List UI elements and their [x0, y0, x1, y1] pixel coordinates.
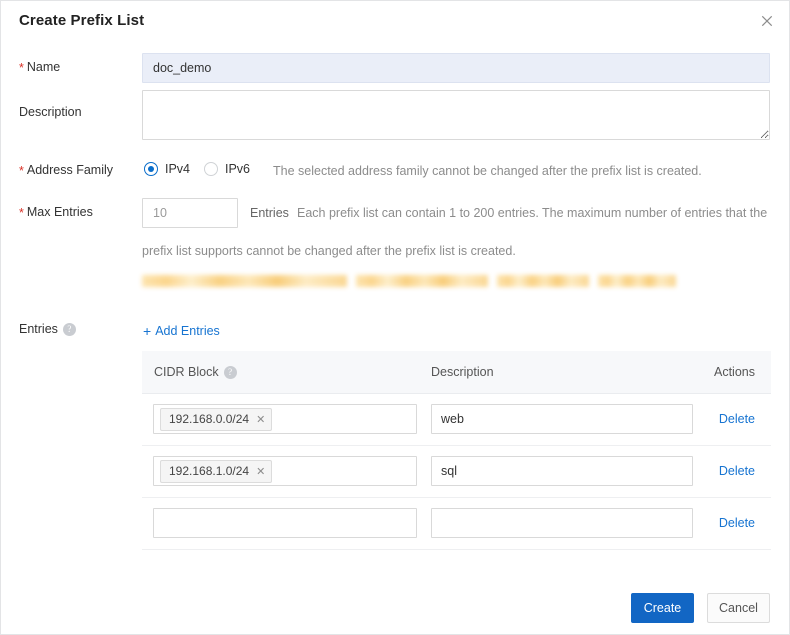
cidr-block-input[interactable]: 192.168.1.0/24 ✕	[153, 456, 417, 486]
create-prefix-list-dialog: Create Prefix List *Name Description *Ad…	[0, 0, 790, 635]
description-textarea[interactable]	[142, 90, 770, 140]
field-row-name: * Name	[1, 53, 789, 83]
close-icon[interactable]: ✕	[256, 465, 265, 478]
close-icon[interactable]: ✕	[256, 413, 265, 426]
cancel-button[interactable]: Cancel	[707, 593, 770, 623]
required-marker: *	[19, 61, 24, 75]
redacted-segment	[598, 275, 676, 287]
cidr-chip: 192.168.1.0/24 ✕	[160, 459, 273, 483]
field-row-address-family: * Address Family IPv4 IPv6 The selected a…	[1, 161, 789, 181]
help-icon[interactable]: ?	[223, 366, 237, 379]
create-button[interactable]: Create	[631, 593, 694, 623]
radio-ipv4-label: IPv4	[165, 162, 191, 176]
label-entries: Entries?	[19, 322, 76, 336]
column-header-description: Description	[431, 365, 494, 379]
label-name: * Name	[19, 60, 61, 75]
field-row-max-entries: *Max Entries Entries Each prefix list ca…	[1, 198, 789, 258]
help-icon[interactable]: ?	[62, 323, 76, 336]
description-input[interactable]	[431, 404, 693, 434]
field-row-entries: Entries? + Add Entries	[1, 322, 789, 340]
page-title: Create Prefix List	[19, 12, 145, 29]
cidr-chip-label: 192.168.0.0/24	[169, 412, 250, 426]
cidr-block-input[interactable]	[153, 508, 417, 538]
close-icon[interactable]	[759, 13, 775, 29]
plus-icon: +	[143, 323, 152, 339]
label-max-entries: * Max Entries	[19, 205, 93, 220]
cidr-chip-label: 192.168.1.0/24	[169, 464, 250, 478]
radio-ipv4[interactable]: IPv4	[144, 162, 190, 176]
table-row: 192.168.1.0/24 ✕ Delete	[142, 446, 771, 498]
table-row: Delete	[142, 498, 771, 550]
add-entries-button[interactable]: + Add Entries	[143, 322, 220, 339]
table-header-row: CIDR Block? Description Actions	[142, 351, 771, 394]
name-input[interactable]	[142, 53, 770, 83]
redacted-segment	[142, 275, 347, 287]
radio-ipv6[interactable]: IPv6	[204, 162, 250, 176]
max-entries-hint-line1: Each prefix list can contain 1 to 200 en…	[297, 206, 768, 220]
max-entries-hint-line2: prefix list supports cannot be changed a…	[142, 244, 516, 258]
cidr-chip: 192.168.0.0/24 ✕	[160, 407, 273, 431]
delete-button[interactable]: Delete	[719, 516, 755, 530]
delete-button[interactable]: Delete	[719, 464, 755, 478]
label-description: Description	[19, 105, 82, 119]
radio-ipv6-label: IPv6	[225, 162, 251, 176]
redacted-segment	[356, 275, 488, 287]
radio-unselected-icon	[204, 162, 218, 176]
entries-table: CIDR Block? Description Actions 192.168.…	[142, 351, 771, 550]
field-row-description: Description	[1, 90, 789, 140]
address-family-hint: The selected address family cannot be ch…	[273, 164, 702, 178]
dialog-header: Create Prefix List	[1, 1, 789, 41]
redacted-segment	[497, 275, 589, 287]
required-marker: *	[19, 206, 24, 220]
redacted-text-block	[142, 275, 676, 287]
description-input[interactable]	[431, 456, 693, 486]
label-address-family: * Address Family	[19, 163, 114, 178]
description-input[interactable]	[431, 508, 693, 538]
column-header-cidr-block: CIDR Block?	[154, 365, 237, 379]
delete-button[interactable]: Delete	[719, 412, 755, 426]
radio-selected-icon	[144, 162, 158, 176]
max-entries-unit: Entries	[250, 206, 289, 220]
column-header-actions: Actions	[714, 365, 755, 379]
max-entries-input[interactable]	[142, 198, 238, 228]
table-row: 192.168.0.0/24 ✕ Delete	[142, 394, 771, 446]
cidr-block-input[interactable]: 192.168.0.0/24 ✕	[153, 404, 417, 434]
required-marker: *	[19, 164, 24, 178]
